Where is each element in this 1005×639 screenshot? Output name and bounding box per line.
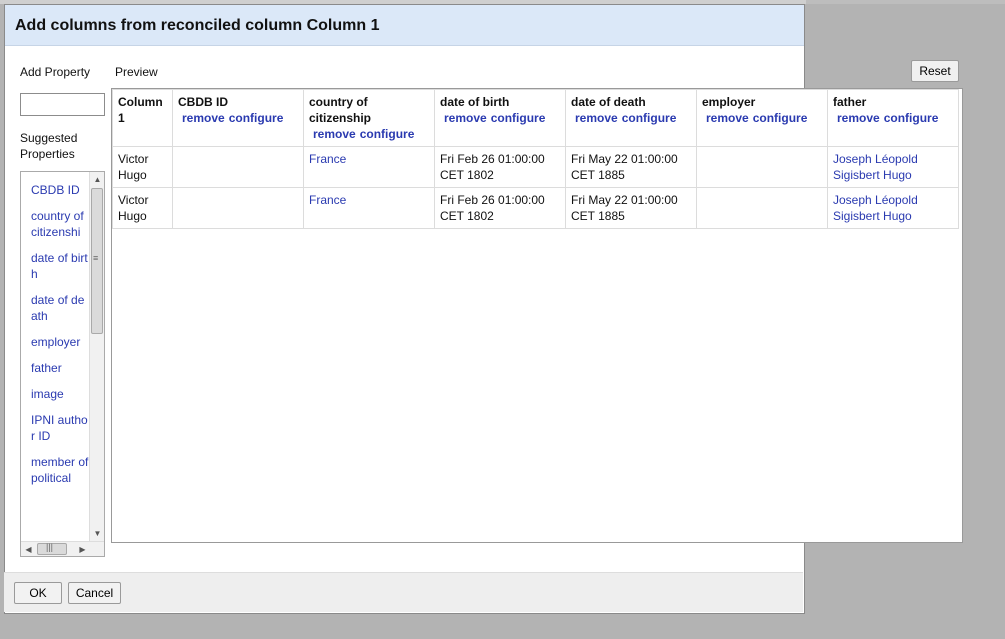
table-cell: Fri Feb 26 01:00:00 CET 1802 (434, 146, 566, 188)
column-header-label: father (833, 95, 867, 109)
vertical-scroll-thumb[interactable]: ≡ (91, 188, 103, 334)
ok-button[interactable]: OK (14, 582, 62, 604)
preview-header-row: Column 1 CBDB ID remove configure country of… (112, 89, 959, 147)
table-cell: France (303, 146, 435, 188)
grip-icon: ≡ (93, 253, 99, 263)
configure-column-link[interactable]: configure (229, 111, 284, 125)
cell-value: Fri May 22 01:00:00 CET 1885 (571, 152, 678, 182)
column-header: Column 1 (112, 89, 173, 147)
configure-column-link[interactable]: configure (622, 111, 677, 125)
suggested-property-item[interactable]: CBDB ID (31, 182, 89, 198)
remove-column-link[interactable]: remove (313, 127, 356, 141)
configure-column-link[interactable]: configure (360, 127, 415, 141)
column-header-label: date of birth (440, 95, 510, 109)
cell-value: Fri Feb 26 01:00:00 CET 1802 (440, 152, 545, 182)
remove-column-link[interactable]: remove (837, 111, 880, 125)
column-actions: remove configure (702, 110, 823, 126)
column-actions: remove configure (833, 110, 954, 126)
horizontal-scrollbar[interactable]: ◀ ||| ▶ (21, 541, 104, 556)
column-header: employer remove configure (696, 89, 828, 147)
vertical-scrollbar[interactable]: ▲ ≡ ▼ (89, 172, 104, 541)
grip-icon: ||| (46, 542, 54, 552)
table-cell: Joseph Léopold Sigisbert Hugo (827, 187, 959, 229)
scroll-left-arrow-icon[interactable]: ◀ (21, 542, 36, 556)
remove-column-link[interactable]: remove (575, 111, 618, 125)
column-header-label: country of citizenship (309, 95, 372, 125)
table-cell: France (303, 187, 435, 229)
suggested-properties-label: Suggested Properties (20, 131, 78, 161)
suggested-property-item[interactable]: IPNI author ID (31, 412, 89, 444)
configure-column-link[interactable]: configure (491, 111, 546, 125)
column-actions: remove configure (309, 126, 430, 142)
preview-panel: Column 1 CBDB ID remove configure country of… (111, 88, 963, 543)
table-cell: Fri May 22 01:00:00 CET 1885 (565, 187, 697, 229)
cell-value: Fri Feb 26 01:00:00 CET 1802 (440, 193, 545, 223)
column-header-label: employer (702, 95, 756, 109)
table-cell: Victor Hugo (112, 146, 173, 188)
suggested-properties-list[interactable]: CBDB ID country of citizenshi date of birt… (20, 171, 105, 557)
table-cell (696, 187, 828, 229)
column-actions: remove configure (440, 110, 561, 126)
column-header-label: date of death (571, 95, 646, 109)
suggested-properties-items: CBDB ID country of citizenshi date of birt… (31, 182, 89, 496)
dialog-header: Add columns from reconciled column Colum… (5, 5, 804, 46)
table-cell: Victor Hugo (112, 187, 173, 229)
preview-label: Preview (115, 65, 158, 79)
suggested-property-item[interactable]: employer (31, 334, 89, 350)
dialog-title: Add columns from reconciled column Colum… (15, 17, 380, 34)
scroll-right-arrow-icon[interactable]: ▶ (75, 542, 90, 556)
remove-column-link[interactable]: remove (182, 111, 225, 125)
suggested-property-item[interactable]: father (31, 360, 89, 376)
cancel-button[interactable]: Cancel (68, 582, 121, 604)
column-header: country of citizenship remove configure (303, 89, 435, 147)
cell-value: Victor Hugo (118, 152, 149, 182)
table-cell: Fri Feb 26 01:00:00 CET 1802 (434, 187, 566, 229)
dialog-footer: OK Cancel (4, 572, 803, 612)
scroll-up-arrow-icon[interactable]: ▲ (90, 172, 104, 187)
table-row: Victor Hugo France Fri Feb 26 01:00:00 CET… (112, 146, 959, 188)
table-row: Victor Hugo France Fri Feb 26 01:00:00 CET… (112, 187, 959, 229)
suggested-property-item[interactable]: country of citizenshi (31, 208, 89, 240)
remove-column-link[interactable]: remove (444, 111, 487, 125)
preview-table: Column 1 CBDB ID remove configure country of… (112, 89, 959, 229)
table-cell: Fri May 22 01:00:00 CET 1885 (565, 146, 697, 188)
cell-value: Fri May 22 01:00:00 CET 1885 (571, 193, 678, 223)
column-header: CBDB ID remove configure (172, 89, 304, 147)
add-property-label: Add Property (20, 65, 91, 79)
add-property-input[interactable] (20, 93, 105, 116)
background-overlay (806, 0, 1005, 4)
configure-column-link[interactable]: configure (753, 111, 808, 125)
column-actions: remove configure (178, 110, 299, 126)
scroll-down-arrow-icon[interactable]: ▼ (90, 526, 104, 541)
column-header: date of death remove configure (565, 89, 697, 147)
table-cell (172, 187, 304, 229)
column-actions: remove configure (571, 110, 692, 126)
column-header: father remove configure (827, 89, 959, 147)
table-cell (172, 146, 304, 188)
cell-link[interactable]: Joseph Léopold Sigisbert Hugo (833, 152, 918, 182)
suggested-property-item[interactable]: date of death (31, 292, 89, 324)
suggested-property-item[interactable]: image (31, 386, 89, 402)
reset-button[interactable]: Reset (911, 60, 959, 82)
column-header: date of birth remove configure (434, 89, 566, 147)
cell-link[interactable]: France (309, 193, 346, 207)
remove-column-link[interactable]: remove (706, 111, 749, 125)
suggested-property-item[interactable]: member of political (31, 454, 89, 486)
cell-link[interactable]: France (309, 152, 346, 166)
column-header-label: CBDB ID (178, 95, 228, 109)
suggested-property-item[interactable]: date of birth (31, 250, 89, 282)
column-header-label: Column 1 (118, 95, 163, 125)
table-cell: Joseph Léopold Sigisbert Hugo (827, 146, 959, 188)
cell-link[interactable]: Joseph Léopold Sigisbert Hugo (833, 193, 918, 223)
table-cell (696, 146, 828, 188)
cell-value: Victor Hugo (118, 193, 149, 223)
configure-column-link[interactable]: configure (884, 111, 939, 125)
horizontal-scroll-thumb[interactable]: ||| (37, 542, 67, 555)
